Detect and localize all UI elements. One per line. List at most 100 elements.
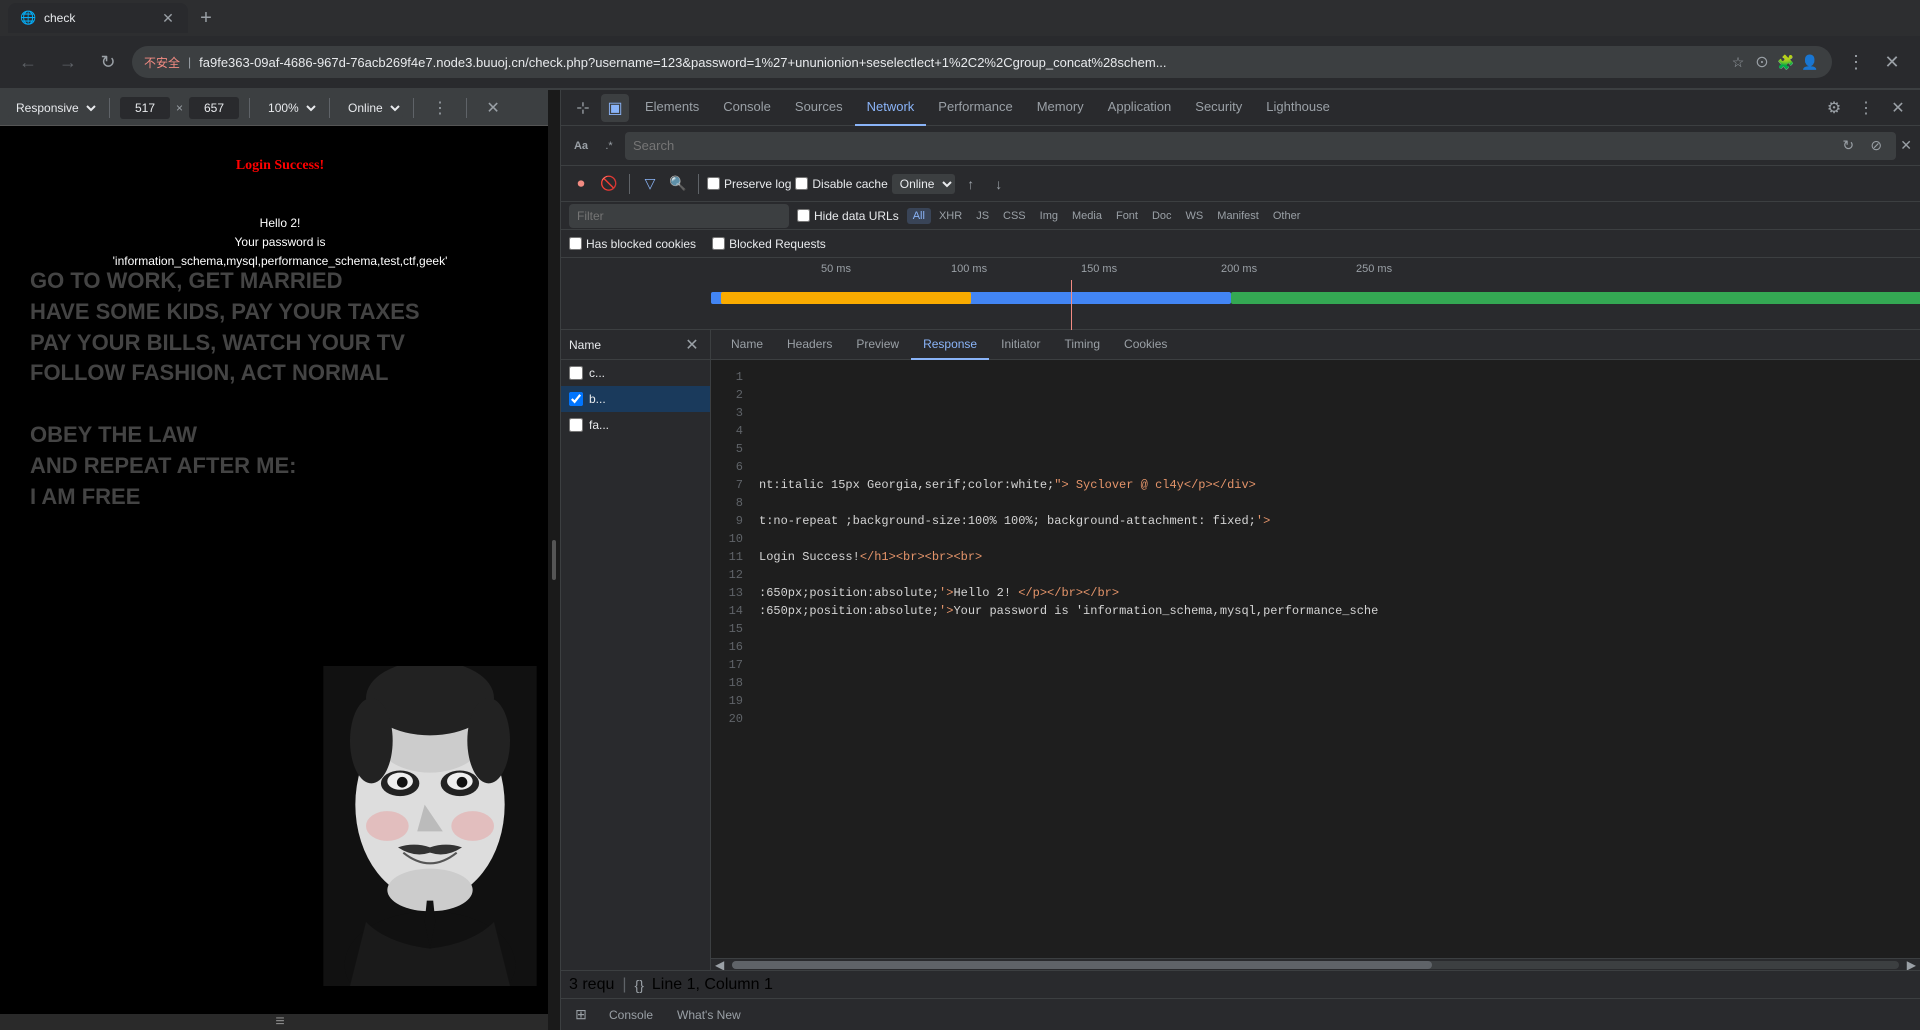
tab-close-button[interactable]: ✕	[160, 10, 176, 26]
back-button[interactable]: ←	[12, 46, 44, 78]
blocked-requests-checkbox[interactable]: Blocked Requests	[712, 237, 826, 251]
preserve-log-checkbox[interactable]: Preserve log	[707, 177, 791, 191]
close-devtools-button[interactable]: ✕	[1876, 46, 1908, 78]
refresh-search-button[interactable]: ↻	[1836, 134, 1860, 158]
tab-performance[interactable]: Performance	[926, 90, 1024, 126]
filter-other[interactable]: Other	[1267, 208, 1307, 224]
tab-console[interactable]: Console	[711, 90, 783, 126]
filter-ws[interactable]: WS	[1180, 208, 1210, 224]
timing-bar-orange	[721, 292, 971, 304]
inspect-element-button[interactable]: ⊹	[569, 94, 597, 122]
devtools-close-button[interactable]: ✕	[1884, 94, 1912, 122]
scroll-left-arrow[interactable]: ◀	[711, 958, 728, 971]
search-input[interactable]	[633, 138, 1832, 153]
response-scrollbar[interactable]: ◀ ▶	[711, 958, 1920, 970]
disable-cache-checkbox[interactable]: Disable cache	[795, 177, 887, 191]
tab-elements[interactable]: Elements	[633, 90, 711, 126]
filter-button[interactable]: ▽	[638, 172, 662, 196]
tab-name[interactable]: Name	[719, 330, 775, 360]
devtools-more-button[interactable]: ⋮	[1852, 94, 1880, 122]
format-button[interactable]: {}	[635, 977, 644, 993]
scrollbar-track[interactable]	[732, 961, 1899, 969]
request-row-c[interactable]: c...	[561, 360, 710, 386]
request-row-fa[interactable]: fa...	[561, 412, 710, 438]
active-tab[interactable]: 🌐 check ✕	[8, 3, 188, 33]
console-icon[interactable]: ⊞	[569, 1003, 593, 1027]
clear-button[interactable]: 🚫	[597, 172, 621, 196]
tab-timing[interactable]: Timing	[1052, 330, 1112, 360]
request-c-checkbox[interactable]	[569, 366, 583, 380]
scroll-right-arrow[interactable]: ▶	[1903, 958, 1920, 971]
settings-button[interactable]: ⋮	[1840, 46, 1872, 78]
code-line-8	[751, 494, 1920, 512]
filter-css[interactable]: CSS	[997, 208, 1032, 224]
preserve-log-input[interactable]	[707, 177, 720, 190]
resize-handle[interactable]	[548, 90, 560, 1030]
has-blocked-cookies-checkbox[interactable]: Has blocked cookies	[569, 237, 696, 251]
code-line-17	[751, 656, 1920, 674]
account-icon[interactable]: 👤	[1800, 52, 1820, 72]
close-search-button[interactable]: ✕	[1900, 137, 1912, 154]
tab-headers[interactable]: Headers	[775, 330, 844, 360]
filter-all[interactable]: All	[907, 208, 931, 224]
tab-lighthouse[interactable]: Lighthouse	[1254, 90, 1342, 126]
webpage-scrollbar[interactable]: ≡	[0, 1014, 560, 1030]
device-toolbar-button[interactable]: ▣	[601, 94, 629, 122]
has-blocked-cookies-label: Has blocked cookies	[586, 237, 696, 251]
name-column-header[interactable]: Name ✕	[561, 330, 710, 360]
clear-search-button[interactable]: ⊘	[1864, 134, 1888, 158]
console-tab[interactable]: Console	[601, 1004, 661, 1026]
export-har-button[interactable]: ↓	[987, 172, 1011, 196]
tab-response[interactable]: Response	[911, 330, 989, 360]
tab-preview[interactable]: Preview	[844, 330, 911, 360]
address-bar[interactable]: 不安全 | fa9fe363-09af-4686-967d-76acb269f4…	[132, 46, 1832, 78]
search-requests-button[interactable]: 🔍	[666, 172, 690, 196]
close-responsive-icon[interactable]: ✕	[477, 92, 509, 124]
regex-button[interactable]: .*	[597, 134, 621, 158]
refresh-button[interactable]: ↻	[92, 46, 124, 78]
online-selector[interactable]: Online	[892, 174, 955, 194]
tab-application[interactable]: Application	[1096, 90, 1184, 126]
tab-security[interactable]: Security	[1183, 90, 1254, 126]
tab-cookies[interactable]: Cookies	[1112, 330, 1179, 360]
filter-media[interactable]: Media	[1066, 208, 1108, 224]
filter-doc[interactable]: Doc	[1146, 208, 1178, 224]
more-options-icon[interactable]: ⋮	[424, 92, 456, 124]
zoom-selector[interactable]: 100%	[260, 98, 319, 118]
filter-manifest[interactable]: Manifest	[1211, 208, 1265, 224]
has-blocked-cookies-input[interactable]	[569, 237, 582, 250]
extensions-icon[interactable]: 🧩	[1776, 52, 1796, 72]
mask-svg	[320, 666, 540, 986]
whats-new-tab[interactable]: What's New	[669, 1004, 749, 1026]
forward-button[interactable]: →	[52, 46, 84, 78]
request-b-checkbox[interactable]	[569, 392, 583, 406]
hide-data-urls-input[interactable]	[797, 209, 810, 222]
network-throttle-selector[interactable]: Online	[340, 98, 403, 118]
scrollbar-thumb[interactable]	[732, 961, 1432, 969]
record-button[interactable]: ⏺	[569, 172, 593, 196]
close-name-column-button[interactable]: ✕	[682, 335, 702, 355]
filter-img[interactable]: Img	[1034, 208, 1064, 224]
bookmark-star-icon[interactable]: ☆	[1728, 52, 1748, 72]
request-row-b[interactable]: b...	[561, 386, 710, 412]
import-har-button[interactable]: ↑	[959, 172, 983, 196]
tab-sources[interactable]: Sources	[783, 90, 855, 126]
hide-data-urls-checkbox[interactable]: Hide data URLs	[797, 209, 899, 223]
filter-font[interactable]: Font	[1110, 208, 1144, 224]
profile-icon[interactable]: ⊙	[1752, 52, 1772, 72]
disable-cache-input[interactable]	[795, 177, 808, 190]
filter-input[interactable]	[569, 204, 789, 228]
request-fa-checkbox[interactable]	[569, 418, 583, 432]
viewport-height-input[interactable]	[189, 97, 239, 119]
devtools-settings-button[interactable]: ⚙	[1820, 94, 1848, 122]
viewport-width-input[interactable]	[120, 97, 170, 119]
match-case-button[interactable]: Aa	[569, 134, 593, 158]
new-tab-button[interactable]: +	[192, 4, 220, 32]
tab-memory[interactable]: Memory	[1025, 90, 1096, 126]
filter-js[interactable]: JS	[970, 208, 995, 224]
blocked-requests-input[interactable]	[712, 237, 725, 250]
tab-network[interactable]: Network	[855, 90, 927, 126]
device-selector[interactable]: Responsive	[8, 98, 99, 118]
filter-xhr[interactable]: XHR	[933, 208, 968, 224]
tab-initiator[interactable]: Initiator	[989, 330, 1052, 360]
